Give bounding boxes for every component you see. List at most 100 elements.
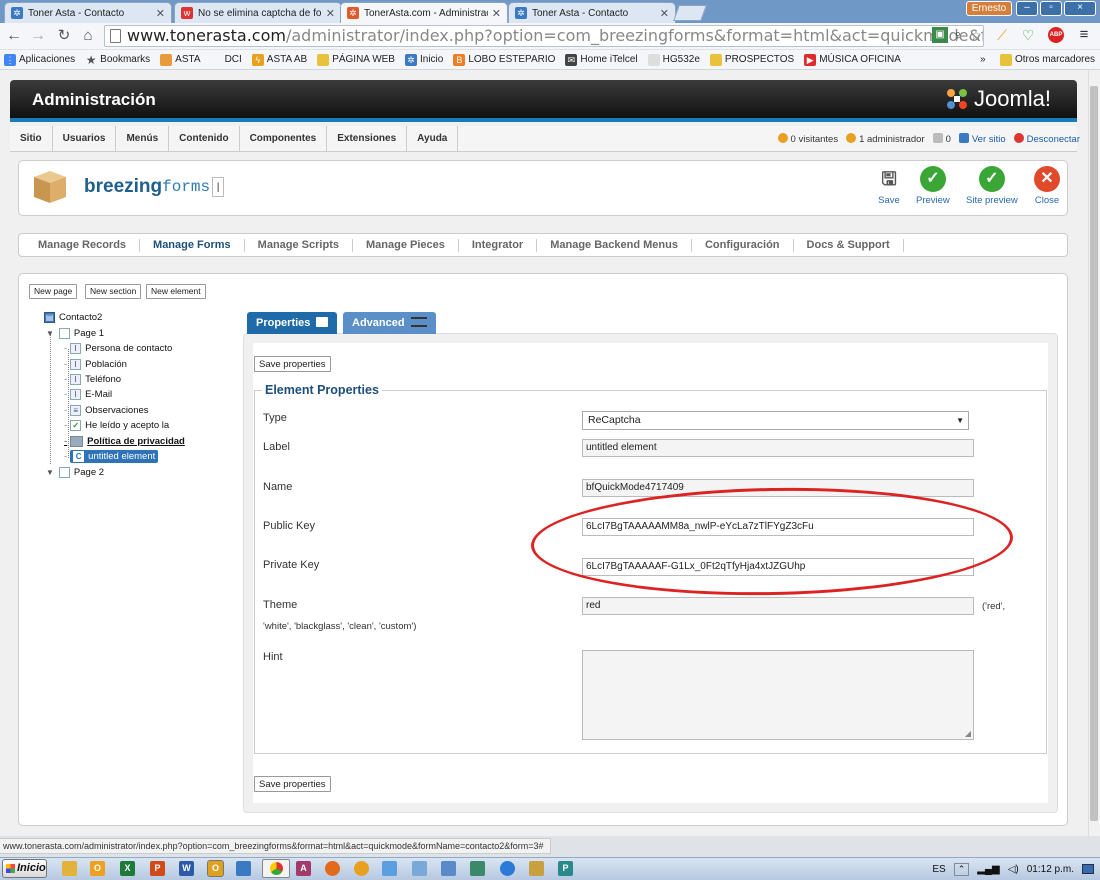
bookmark-asta-ab[interactable]: ϟ ASTA AB [251,53,307,66]
notepad-icon[interactable] [412,861,427,876]
chrome-canary-icon[interactable] [354,861,369,876]
subnav-configuracion[interactable]: Configuración [692,238,794,252]
grid-app-icon[interactable] [529,861,544,876]
outlook-icon[interactable]: O [207,860,224,877]
tray-expand-icon[interactable]: ⌃ [953,862,970,876]
expand-arrow-icon[interactable]: ▼ [46,468,54,477]
browser-tab-3[interactable]: ✲ TonerAsta.com - Administrac ✕ [340,2,508,23]
new-tab-button[interactable] [673,5,707,21]
signal-icon[interactable]: ▂▄▆ [977,864,999,875]
start-button[interactable]: Inicio [2,859,47,878]
maximize-button[interactable]: ▫ [1040,1,1062,16]
tree-element-telefono[interactable]: - I Teléfono [64,372,121,387]
browser-tab-1[interactable]: ✲ Toner Asta - Contacto ✕ [4,2,172,23]
minimize-button[interactable]: – [1016,1,1038,16]
bookmark-asta[interactable]: ASTA [160,53,201,66]
subnav-manage-pieces[interactable]: Manage Pieces [353,238,459,252]
tree-element-persona[interactable]: - I Persona de contacto [64,341,172,356]
site-preview-button[interactable]: ✓ Site preview [966,166,1018,210]
excel-icon[interactable]: X [120,861,135,876]
bookmark-star-icon[interactable]: ☆ [968,27,984,43]
scrollbar-thumb[interactable] [1090,86,1098,821]
save-properties-button-bottom[interactable]: Save properties [254,776,331,792]
close-tab-icon[interactable]: ✕ [326,7,335,20]
volume-icon[interactable]: ◁) [1008,864,1019,875]
language-indicator[interactable]: ES [932,864,945,875]
type-select[interactable]: ReCaptcha ▼ [582,411,969,430]
adblock-icon[interactable]: ABP [1048,27,1064,43]
chrome-taskbar-button[interactable] [262,859,290,878]
save-button[interactable]: 🖫 Save [876,166,902,210]
firefox-icon[interactable] [325,861,340,876]
other-bookmarks[interactable]: Otros marcadores [1000,53,1095,66]
menu-sitio[interactable]: Sitio [10,125,53,152]
key-icon[interactable]: ♀ [950,27,966,43]
logout-link[interactable]: Desconectar [1013,133,1080,145]
close-button[interactable]: ✕ Close [1034,166,1060,210]
bookmark-home-itelcel[interactable]: ✉ Home iTelcel [565,53,638,66]
shield-icon[interactable] [441,861,456,876]
tree-section-politica[interactable]: - Política de privacidad [64,434,185,449]
folder-app-icon[interactable] [62,861,77,876]
subnav-manage-scripts[interactable]: Manage Scripts [245,238,353,252]
menu-menus[interactable]: Menús [116,125,170,152]
menu-extensiones[interactable]: Extensiones [327,125,408,152]
tree-page-1[interactable]: ▼ Page 1 [46,326,104,341]
menu-componentes[interactable]: Componentes [240,125,328,152]
preview-button[interactable]: ✓ Preview [916,166,950,210]
outlook-icon[interactable]: O [90,861,105,876]
label-input[interactable]: untitled element [582,439,974,457]
shield-extension-icon[interactable]: ♡ [1020,27,1036,43]
subnav-manage-backend-menus[interactable]: Manage Backend Menus [537,238,692,252]
show-desktop-icon[interactable] [1082,864,1094,874]
tab-advanced[interactable]: Advanced [343,312,436,334]
profile-badge[interactable]: Ernesto [966,1,1012,16]
menu-usuarios[interactable]: Usuarios [53,125,117,152]
tree-element-observaciones[interactable]: - ≡ Observaciones [64,403,149,418]
bookmark-hg532e[interactable]: HG532e [647,53,700,66]
bookmarks-overflow-button[interactable]: » [980,54,986,65]
close-tab-icon[interactable]: ✕ [156,7,165,20]
bookmark-apps[interactable]: ⋮ Aplicaciones [4,53,75,66]
subnav-docs-support[interactable]: Docs & Support [794,238,904,252]
bookmark-inicio[interactable]: ✲ Inicio [404,53,443,66]
theme-input[interactable]: red [582,597,974,615]
forward-arrow-icon[interactable]: → [28,26,48,46]
network-app-icon[interactable] [470,861,485,876]
bookmark-dci[interactable]: DCI [225,54,242,65]
joomla-logo[interactable]: Joomla! [946,86,1051,112]
extension-icon[interactable]: ▣ [932,27,948,43]
menu-contenido[interactable]: Contenido [169,125,240,152]
subnav-integrator[interactable]: Integrator [459,238,538,252]
bookmark-pagina-web[interactable]: PÁGINA WEB [317,53,395,66]
resize-handle-icon[interactable]: ◢ [965,729,971,738]
tree-root-form[interactable]: ▤ Contacto2 [44,310,102,325]
tree-page-2[interactable]: ▼ Page 2 [46,465,104,480]
bookmark-bookmarks[interactable]: ★ Bookmarks [85,54,150,66]
tree-element-email[interactable]: - I E-Mail [64,387,112,402]
powerpoint-icon[interactable]: P [150,861,165,876]
close-tab-icon[interactable]: ✕ [492,7,501,20]
clock[interactable]: 01:12 p.m. [1027,864,1074,875]
new-section-button[interactable]: New section [85,284,142,299]
bookmark-prospectos[interactable]: PROSPECTOS [709,53,794,66]
paint-icon[interactable] [382,861,397,876]
close-tab-icon[interactable]: ✕ [660,7,669,20]
bookmark-musica-oficina[interactable]: ▶ MÚSICA OFICINA [804,53,901,66]
tree-element-checkbox[interactable]: - ✓ He leído y acepto la [64,418,169,433]
publisher-icon[interactable]: P [558,861,573,876]
new-page-button[interactable]: New page [29,284,78,299]
menu-icon[interactable]: ≡ [1076,27,1092,43]
new-element-button[interactable]: New element [146,284,206,299]
expand-arrow-icon[interactable]: ▼ [46,329,54,338]
messages-status[interactable]: 0 [932,133,951,145]
menu-ayuda[interactable]: Ayuda [407,125,459,152]
subnav-manage-records[interactable]: Manage Records [19,238,141,252]
hint-textarea[interactable]: ◢ [582,650,974,740]
back-arrow-icon[interactable]: ← [4,26,24,46]
home-icon[interactable]: ⌂ [78,26,98,46]
browser-tab-2[interactable]: w No se elimina captcha de form ✕ [174,2,342,23]
word-icon[interactable]: W [179,861,194,876]
close-window-button[interactable]: × [1064,1,1096,16]
bookmark-lobo-estepario[interactable]: B LOBO ESTEPARIO [453,53,555,66]
